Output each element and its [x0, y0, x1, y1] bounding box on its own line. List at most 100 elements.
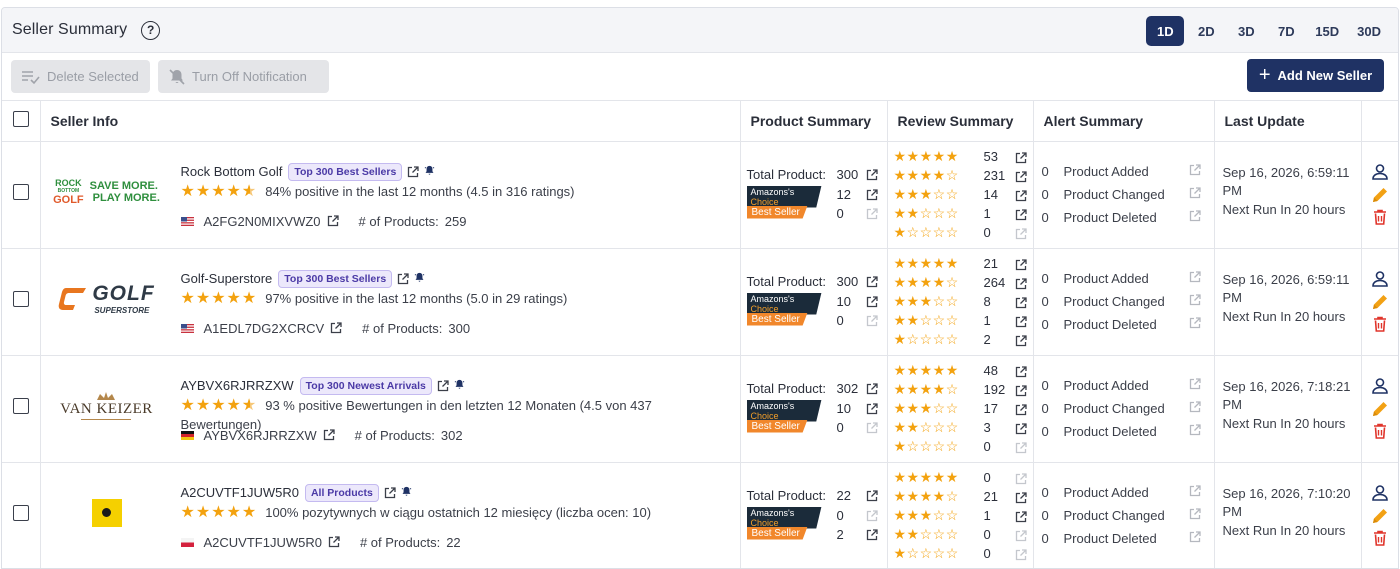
seller-id-link-icon[interactable]: [328, 536, 340, 548]
alert-added-link-icon[interactable]: [1189, 270, 1201, 283]
seller-name[interactable]: A2CUVTF1JUW5R0: [181, 485, 299, 500]
user-icon[interactable]: [1371, 270, 1389, 293]
help-icon[interactable]: ?: [141, 20, 161, 40]
period-7d[interactable]: 7D: [1268, 16, 1304, 46]
review-3-star-link-icon[interactable]: [1015, 296, 1027, 309]
best-seller-link-icon[interactable]: [866, 528, 878, 541]
review-2-star-link-icon[interactable]: [1015, 422, 1027, 435]
alert-changed-link-icon[interactable]: [1189, 507, 1201, 520]
review-4-star-link-icon[interactable]: [1015, 277, 1027, 290]
table-header-row: Seller Info Product Summary Review Summa…: [2, 101, 1398, 142]
review-stars-4: ★★★★☆: [893, 488, 959, 504]
select-all-checkbox[interactable]: [12, 111, 29, 128]
review-stars-1: ★☆☆☆☆: [893, 331, 959, 347]
row-checkbox[interactable]: [12, 505, 29, 521]
review-1-star-link-icon[interactable]: [1015, 227, 1027, 240]
review-2-star-link-icon[interactable]: [1015, 208, 1027, 221]
notification-bell-icon[interactable]: [414, 271, 425, 286]
user-icon[interactable]: [1371, 377, 1389, 400]
review-2-star-link-icon[interactable]: [1015, 315, 1027, 328]
seller-name[interactable]: Golf-Superstore: [181, 271, 273, 286]
notification-bell-icon[interactable]: [424, 164, 435, 179]
review-5-star-link-icon[interactable]: [1015, 151, 1027, 164]
notification-bell-icon[interactable]: [401, 485, 412, 500]
alert-added-link-icon[interactable]: [1189, 377, 1201, 390]
review-1-star-link-icon[interactable]: [1015, 334, 1027, 347]
amazons-choice-link-icon[interactable]: [866, 509, 878, 522]
alert-deleted-count: 0: [1041, 423, 1049, 439]
total-product-link-icon[interactable]: [866, 275, 878, 288]
alert-changed-link-icon[interactable]: [1189, 293, 1201, 306]
edit-icon[interactable]: [1371, 400, 1389, 423]
period-3d[interactable]: 3D: [1228, 16, 1264, 46]
period-30d[interactable]: 30D: [1350, 16, 1388, 46]
seller-external-link-icon[interactable]: [407, 165, 419, 178]
review-3-star-link-icon[interactable]: [1015, 403, 1027, 416]
amazons-choice-link-icon[interactable]: [866, 402, 878, 415]
user-icon[interactable]: [1371, 163, 1389, 186]
notification-bell-icon[interactable]: [454, 378, 465, 393]
add-new-seller-button[interactable]: + Add New Seller: [1247, 59, 1384, 92]
period-15d[interactable]: 15D: [1308, 16, 1346, 46]
row-checkbox[interactable]: [12, 184, 29, 200]
seller-external-link-icon[interactable]: [437, 379, 449, 392]
seller-external-link-icon[interactable]: [384, 486, 396, 499]
alert-deleted-link-icon[interactable]: [1189, 209, 1201, 222]
review-5-star-link-icon[interactable]: [1015, 258, 1027, 271]
seller-id-link-icon[interactable]: [327, 215, 339, 227]
delete-selected-button[interactable]: Delete Selected: [11, 60, 150, 93]
alert-added-link-icon[interactable]: [1189, 163, 1201, 176]
delete-icon[interactable]: [1371, 208, 1389, 231]
period-1d[interactable]: 1D: [1146, 16, 1185, 46]
seller-external-link-icon[interactable]: [397, 272, 409, 285]
review-1-star-link-icon[interactable]: [1015, 548, 1027, 561]
edit-icon[interactable]: [1371, 186, 1389, 209]
row-checkbox[interactable]: [12, 291, 29, 307]
best-seller-link-icon[interactable]: [866, 314, 878, 327]
alert-changed-count: 0: [1041, 186, 1049, 202]
delete-icon[interactable]: [1371, 422, 1389, 445]
period-2d[interactable]: 2D: [1188, 16, 1224, 46]
alert-deleted-label: Product Deleted: [1063, 423, 1157, 439]
seller-id-link-icon[interactable]: [330, 322, 342, 334]
review-3-star-link-icon[interactable]: [1015, 510, 1027, 523]
row-select-cell: [2, 248, 41, 356]
total-product-link-icon[interactable]: [866, 489, 878, 502]
row-checkbox[interactable]: [12, 398, 29, 414]
delete-icon[interactable]: [1371, 315, 1389, 338]
turn-off-notification-button[interactable]: Turn Off Notification: [158, 60, 329, 93]
amazons-choice-link-icon[interactable]: [866, 188, 878, 201]
alert-changed-link-icon[interactable]: [1189, 400, 1201, 413]
review-5-star-link-icon[interactable]: [1015, 472, 1027, 485]
review-5-star-link-icon[interactable]: [1015, 365, 1027, 378]
amazons-choice-link-icon[interactable]: [866, 295, 878, 308]
alert-deleted-link-icon[interactable]: [1189, 423, 1201, 436]
delete-icon[interactable]: [1371, 529, 1389, 552]
total-product-label: Total Product:: [746, 380, 827, 396]
edit-icon[interactable]: [1371, 507, 1389, 530]
golf-superstore-logo: GOLF SUPERSTORE: [58, 282, 154, 315]
review-3-star-link-icon[interactable]: [1015, 189, 1027, 202]
review-stars-2: ★★☆☆☆: [893, 526, 959, 542]
best-seller-value: 2: [836, 526, 844, 542]
alert-added-link-icon[interactable]: [1189, 484, 1201, 497]
review-4-star-link-icon[interactable]: [1015, 491, 1027, 504]
seller-name[interactable]: AYBVX6RJRRZXW: [181, 378, 294, 393]
review-2-star-link-icon[interactable]: [1015, 529, 1027, 542]
alert-deleted-link-icon[interactable]: [1189, 530, 1201, 543]
seller-name[interactable]: Rock Bottom Golf: [181, 164, 283, 179]
best-seller-link-icon[interactable]: [866, 207, 878, 220]
alert-deleted-link-icon[interactable]: [1189, 316, 1201, 329]
review-1-star-link-icon[interactable]: [1015, 441, 1027, 454]
user-icon[interactable]: [1371, 484, 1389, 507]
review-4-star-link-icon[interactable]: [1015, 384, 1027, 397]
best-seller-link-icon[interactable]: [866, 421, 878, 434]
alert-changed-link-icon[interactable]: [1189, 186, 1201, 199]
review-count-3-star: 14: [983, 186, 998, 202]
total-product-link-icon[interactable]: [866, 382, 878, 395]
review-4-star-link-icon[interactable]: [1015, 170, 1027, 183]
edit-icon[interactable]: [1371, 293, 1389, 316]
total-product-link-icon[interactable]: [866, 168, 878, 181]
rock-bottom-golf-logo: ROCK BOTTOM GOLF SAVE MORE. PLAY MORE.: [53, 177, 160, 206]
seller-id-link-icon[interactable]: [323, 429, 335, 441]
